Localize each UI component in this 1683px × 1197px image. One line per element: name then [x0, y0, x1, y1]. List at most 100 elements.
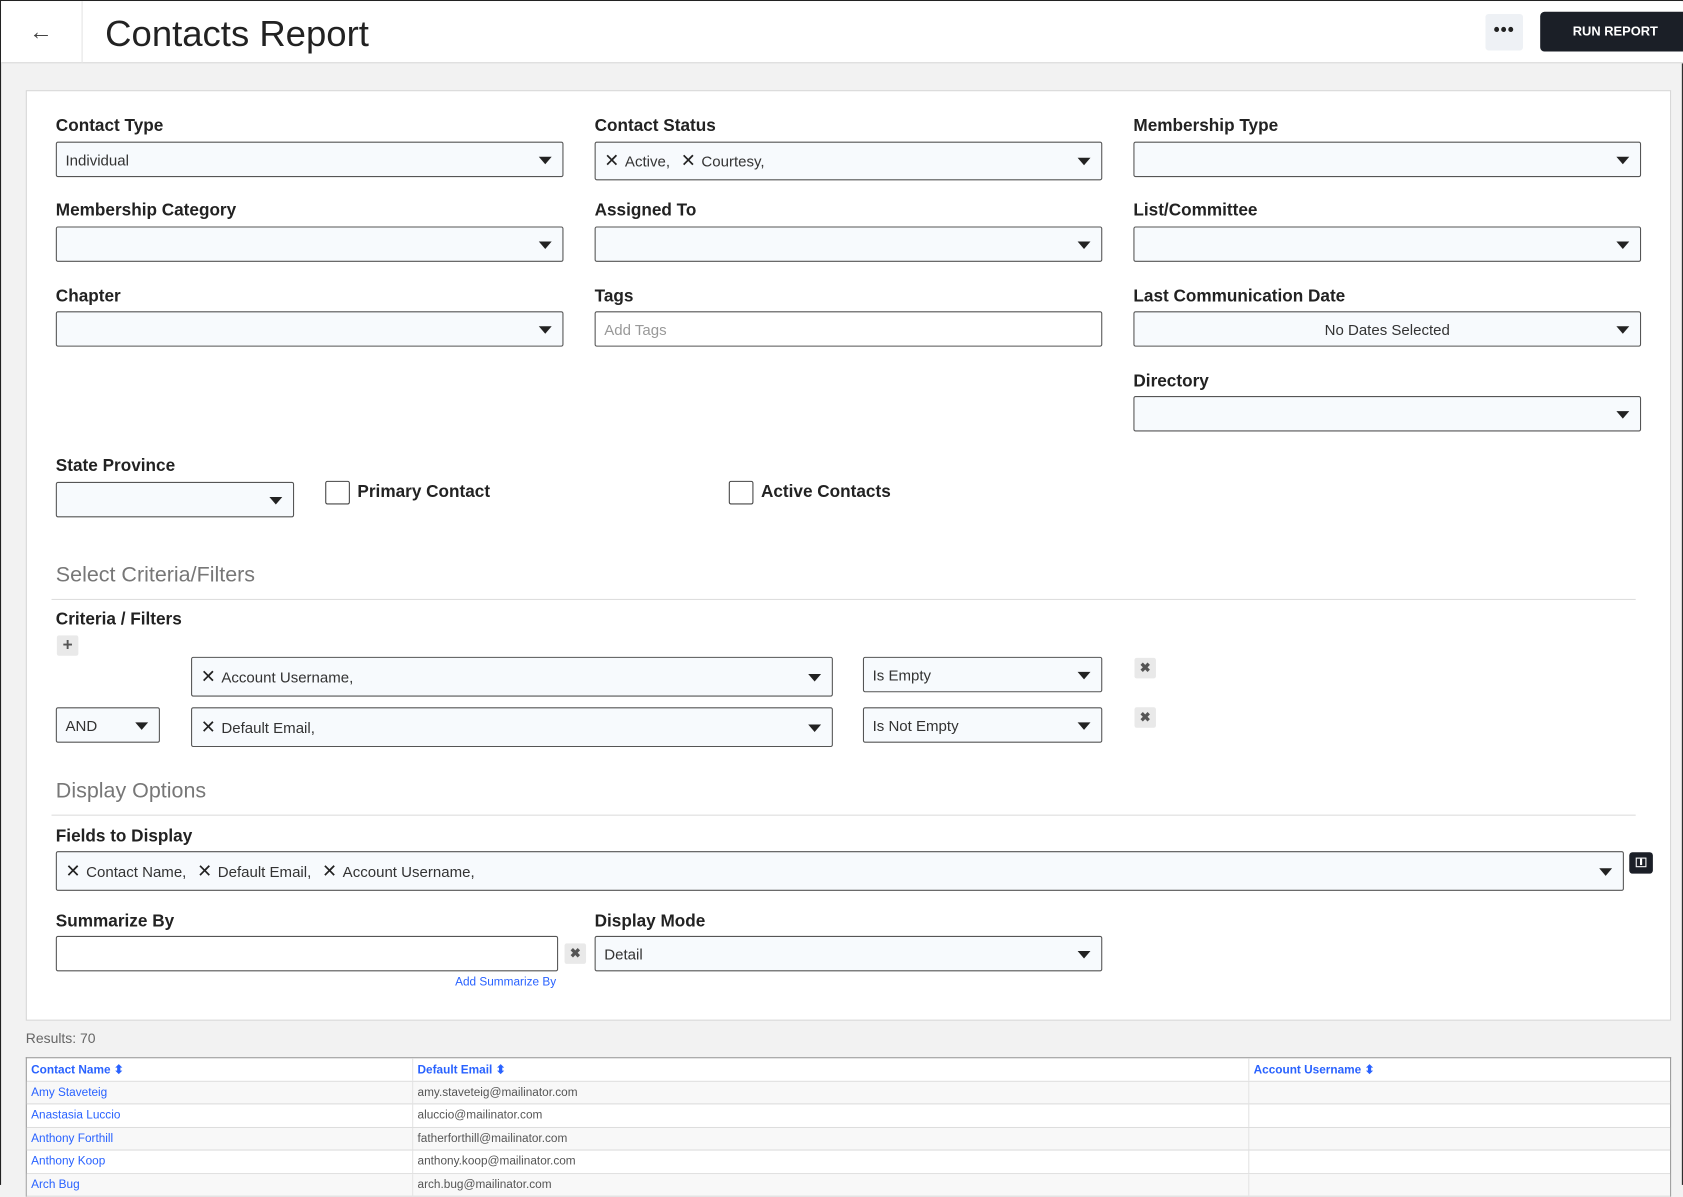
- fields-to-display-select[interactable]: ✕ Contact Name, ✕ Default Email, ✕ Account …: [55, 851, 1624, 891]
- email-cell: amy.staveteig@mailinator.com: [412, 1081, 1248, 1104]
- criteria-operator-select[interactable]: Is Not Empty: [862, 707, 1103, 743]
- username-cell: [1248, 1104, 1670, 1127]
- section-divider: [51, 598, 1636, 600]
- state-province-label: State Province: [55, 457, 176, 476]
- column-header-default-email[interactable]: Default Email ⬍: [412, 1058, 1248, 1081]
- primary-contact-checkbox[interactable]: [325, 480, 350, 505]
- chip-label: Default Email,: [221, 718, 315, 736]
- contact-type-label: Contact Type: [55, 116, 164, 136]
- display-mode-select[interactable]: Detail: [594, 935, 1103, 972]
- caret-down-icon: [808, 723, 822, 732]
- caret-down-icon: [135, 721, 149, 730]
- display-mode-label: Display Mode: [594, 912, 706, 931]
- run-report-button[interactable]: RUN REPORT: [1540, 11, 1683, 52]
- status-chip: ✕ Courtesy,: [681, 150, 765, 171]
- last-communication-date-label: Last Communication Date: [1133, 287, 1346, 306]
- last-communication-date-select[interactable]: No Dates Selected: [1133, 311, 1642, 347]
- table-row: Anthony Forthill fatherforthill@mailinato…: [26, 1127, 1671, 1151]
- status-chip: ✕ Active,: [604, 150, 670, 171]
- table-row: Anthony Koop anthony.koop@mailinator.com: [26, 1150, 1671, 1174]
- operator-value: Is Not Empty: [872, 716, 959, 734]
- column-header-account-username[interactable]: Account Username ⬍: [1248, 1058, 1670, 1081]
- chip-label: Active,: [624, 152, 671, 170]
- column-header-contact-name[interactable]: Contact Name ⬍: [27, 1062, 412, 1076]
- caret-down-icon: [1077, 157, 1091, 166]
- remove-chip-icon[interactable]: ✕: [681, 150, 696, 171]
- more-options-button[interactable]: •••: [1485, 13, 1524, 51]
- remove-chip-icon[interactable]: ✕: [201, 716, 216, 737]
- caret-down-icon: [1616, 325, 1630, 334]
- clear-summarize-button[interactable]: ✖: [564, 943, 587, 964]
- caret-down-icon: [1077, 721, 1091, 730]
- table-header-row: Contact Name ⬍ Default Email ⬍ Account U…: [26, 1058, 1671, 1082]
- membership-type-label: Membership Type: [1133, 116, 1279, 136]
- summarize-by-input[interactable]: [55, 935, 559, 972]
- username-cell: [1248, 1127, 1670, 1150]
- caret-down-icon: [1077, 240, 1091, 249]
- back-arrow-icon[interactable]: ←: [29, 18, 53, 46]
- contact-name-link[interactable]: Anthony Forthill: [31, 1132, 113, 1145]
- assigned-to-select[interactable]: [594, 226, 1103, 262]
- criteria-field-select[interactable]: ✕ Account Username,: [191, 656, 833, 697]
- assigned-to-label: Assigned To: [594, 201, 697, 221]
- date-range-value: No Dates Selected: [1324, 320, 1450, 338]
- tags-input[interactable]: Add Tags: [594, 311, 1103, 347]
- membership-type-select[interactable]: [1133, 141, 1642, 178]
- conjunction-select[interactable]: AND: [55, 707, 160, 743]
- contact-name-link[interactable]: Anthony Koop: [31, 1155, 105, 1168]
- contact-name-link[interactable]: Amy Staveteig: [31, 1086, 107, 1099]
- remove-criteria-button[interactable]: ✖: [1134, 657, 1156, 679]
- email-cell: fatherforthill@mailinator.com: [412, 1127, 1248, 1150]
- contact-name-link[interactable]: Anastasia Luccio: [31, 1109, 120, 1122]
- page-title: Contacts Report: [105, 13, 369, 55]
- page-header: ← Contacts Report ••• RUN REPORT: [1, 1, 1683, 64]
- tags-label: Tags: [594, 287, 634, 306]
- chip-label: Contact Name,: [86, 862, 187, 880]
- primary-contact-label: Primary Contact: [357, 482, 491, 502]
- remove-chip-icon[interactable]: ✕: [322, 860, 337, 881]
- state-province-select[interactable]: [55, 481, 295, 518]
- active-contacts-checkbox[interactable]: [728, 480, 754, 505]
- contact-status-label: Contact Status: [594, 116, 716, 136]
- username-cell: [1248, 1150, 1670, 1173]
- remove-chip-icon[interactable]: ✕: [197, 860, 212, 881]
- email-cell: aluccio@mailinator.com: [412, 1104, 1248, 1127]
- membership-category-select[interactable]: [55, 226, 564, 262]
- display-mode-value: Detail: [604, 945, 643, 963]
- caret-down-icon: [1616, 410, 1630, 419]
- remove-chip-icon[interactable]: ✕: [604, 150, 619, 171]
- columns-icon: [1635, 857, 1647, 868]
- conjunction-value: AND: [65, 716, 98, 734]
- list-committee-select[interactable]: [1133, 226, 1642, 262]
- contact-type-select[interactable]: Individual: [55, 141, 564, 178]
- tags-placeholder: Add Tags: [604, 320, 667, 338]
- directory-select[interactable]: [1133, 396, 1642, 432]
- chapter-select[interactable]: [55, 311, 564, 347]
- remove-criteria-button[interactable]: ✖: [1134, 707, 1156, 728]
- results-count: Results: 70: [25, 1030, 96, 1047]
- directory-label: Directory: [1133, 372, 1209, 391]
- remove-chip-icon[interactable]: ✕: [201, 666, 216, 687]
- columns-layout-button[interactable]: [1629, 852, 1653, 874]
- remove-chip-icon[interactable]: ✕: [65, 860, 80, 881]
- contact-type-value: Individual: [65, 150, 129, 168]
- email-cell: anthony.koop@mailinator.com: [412, 1150, 1248, 1173]
- chapter-label: Chapter: [55, 287, 121, 306]
- chip-label: Default Email,: [217, 862, 312, 880]
- list-committee-label: List/Committee: [1133, 201, 1258, 221]
- add-criteria-button[interactable]: +: [56, 635, 79, 656]
- caret-down-icon: [1599, 867, 1613, 876]
- add-summarize-by-link[interactable]: Add Summarize By: [455, 976, 556, 989]
- caret-down-icon: [1077, 671, 1091, 679]
- operator-value: Is Empty: [872, 665, 932, 684]
- contact-status-select[interactable]: ✕ Active, ✕ Courtesy,: [594, 141, 1103, 181]
- criteria-operator-select[interactable]: Is Empty: [862, 656, 1103, 693]
- caret-down-icon: [269, 496, 283, 504]
- caret-down-icon: [538, 156, 552, 164]
- criteria-field-select[interactable]: ✕ Default Email,: [191, 707, 833, 748]
- caret-down-icon: [1077, 950, 1091, 958]
- table-row: Anastasia Luccio aluccio@mailinator.com: [26, 1104, 1671, 1128]
- membership-category-label: Membership Category: [55, 201, 237, 221]
- display-options-title: Display Options: [55, 779, 207, 803]
- table-row: Arch Bug arch.bug@mailinator.com: [26, 1173, 1671, 1197]
